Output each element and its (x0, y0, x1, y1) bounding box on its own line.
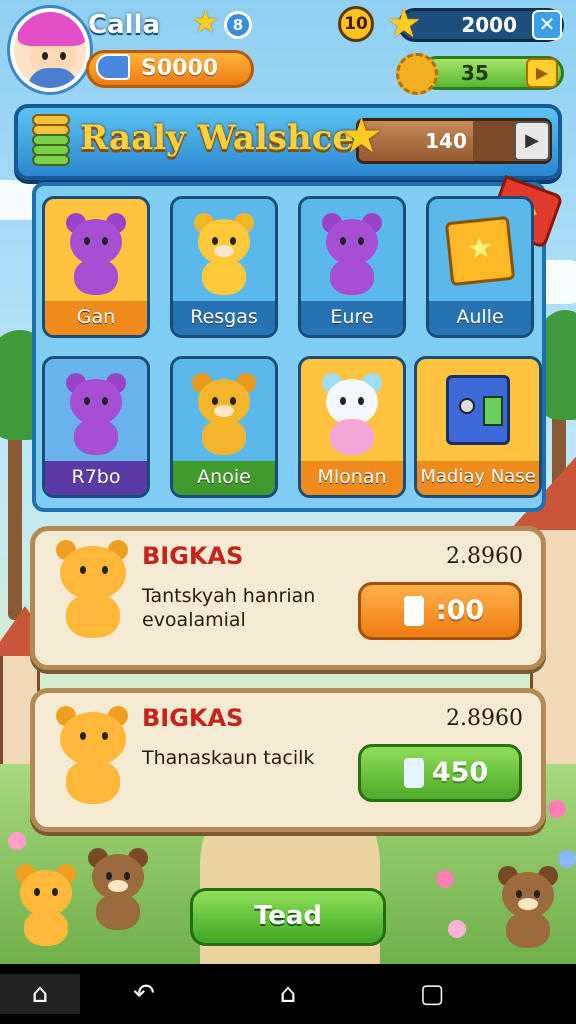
bottle-icon (404, 596, 424, 626)
star-icon: ★ (192, 5, 219, 40)
fish-icon (96, 54, 130, 80)
upload-icon (404, 758, 424, 788)
item-card-madiay-nase[interactable]: Madiay Nase (414, 356, 542, 498)
deal-button-value: 450 (431, 757, 489, 788)
white-bear-icon (320, 373, 384, 457)
yellow-bear-icon (192, 213, 256, 297)
item-card-gan[interactable]: Gan (42, 196, 150, 338)
deal-buy-button-1[interactable]: :00 (358, 582, 522, 640)
deal-buy-button-2[interactable]: 450 (358, 744, 522, 802)
item-card-aulle[interactable]: ★ Aulle (426, 196, 534, 338)
star-currency-icon: ★ (386, 1, 422, 47)
item-label: Eure (301, 301, 403, 335)
recent-apps-icon[interactable]: ▢ (392, 974, 472, 1014)
item-card-resgas[interactable]: Resgas (170, 196, 278, 338)
play-button[interactable]: ▶ (526, 58, 558, 88)
close-button[interactable]: ✕ (532, 10, 562, 40)
collection-title: Raaly Walshce (80, 118, 354, 158)
item-card-r7bo[interactable]: R7bo (42, 356, 150, 498)
player-avatar[interactable] (10, 8, 90, 92)
deal-price: 2.8960 (446, 706, 523, 731)
item-label: Aulle (429, 301, 531, 335)
item-label: Madiay Nase (417, 461, 539, 495)
deal-title: BIGKAS (142, 542, 244, 570)
tead-button[interactable]: Tead (190, 888, 386, 946)
item-card-eure[interactable]: Eure (298, 196, 406, 338)
home-icon[interactable]: ⌂ (0, 974, 80, 1014)
purple-bear-icon (64, 373, 128, 457)
orange-bear-icon (52, 540, 136, 640)
level-indicator: 10 (338, 6, 374, 42)
collection-progress-value: 140 (425, 129, 467, 153)
back-icon[interactable]: ↶ (104, 974, 184, 1014)
purple-bear-icon (64, 213, 128, 297)
item-label: R7bo (45, 461, 147, 495)
orange-bear-icon (52, 706, 136, 806)
item-label: Mlonan (301, 461, 403, 495)
deal-description: Tantskyah hanrian evoalamial (142, 585, 316, 631)
item-label: Anoie (173, 461, 275, 495)
player-level-badge: 8 (224, 11, 252, 39)
coin-stack-icon (30, 114, 72, 166)
item-label: Gan (45, 301, 147, 335)
item-card-anoie[interactable]: Anoie (170, 356, 278, 498)
brown-bear-character (496, 866, 560, 950)
purple-bear-icon (320, 213, 384, 297)
gear-coin-icon (396, 53, 438, 95)
deal-description: Thanaskaun tacilk (142, 747, 315, 769)
yellow-dog-icon (192, 373, 256, 457)
home-outline-icon[interactable]: ⌂ (248, 974, 328, 1014)
brown-bear-character (86, 848, 150, 932)
deal-title: BIGKAS (142, 704, 244, 732)
orange-bear-character (14, 864, 78, 948)
system-nav-bar: ⌂ ↶ ⌂ ▢ (0, 964, 576, 1024)
item-label: Resgas (173, 301, 275, 335)
item-card-mlonan[interactable]: Mlonan (298, 356, 406, 498)
player-name: Calla (88, 10, 160, 40)
next-arrow-button[interactable]: ▶ (514, 121, 550, 161)
deal-price: 2.8960 (446, 544, 523, 569)
progress-star-icon: ★ (340, 108, 384, 164)
deal-button-value: :00 (435, 595, 485, 626)
star-box-icon: ★ (444, 215, 516, 287)
machine-icon (446, 375, 510, 445)
